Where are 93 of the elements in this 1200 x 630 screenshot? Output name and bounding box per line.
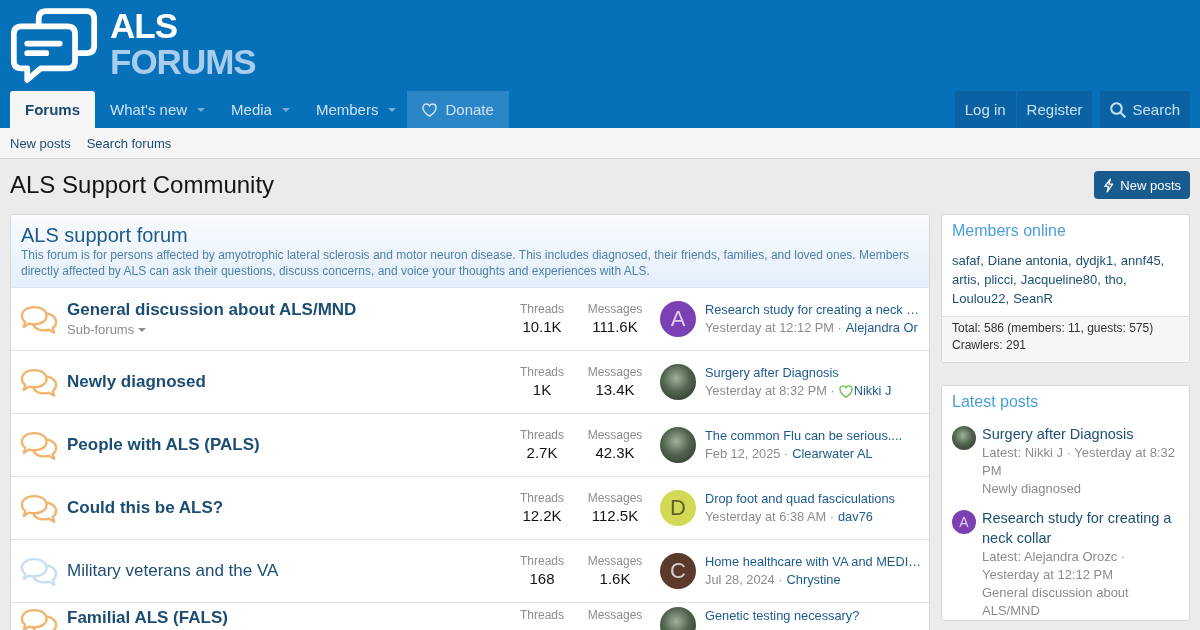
stat-label: Threads	[520, 427, 564, 443]
site-logo[interactable]: ALS FORUMS	[10, 0, 256, 84]
last-post-title[interactable]: Drop foot and quad fasciculations	[705, 490, 919, 508]
member-link[interactable]: safaf,	[952, 251, 984, 270]
latest-post-meta: Latest: Nikki J · Yesterday at 8:32 PM	[982, 444, 1176, 480]
heart-icon	[422, 102, 438, 117]
avatar-photo[interactable]	[660, 364, 696, 400]
caret-down-icon	[138, 328, 147, 332]
forum-title[interactable]: Newly diagnosed	[67, 371, 206, 393]
member-link[interactable]: Loulou22,	[952, 289, 1010, 308]
post-date: Jul 28, 2024 ·	[705, 571, 783, 589]
category-description: This forum is for persons affected by amyotrophic lateral sclerosis and motor neuron disease. This includes diagnosed, their friends, families, and loved ones. Members directly affected by ALS can ask their questions, discuss concerns, and voice your thoughts and experiences with ALS.	[21, 247, 910, 279]
forum-title[interactable]: People with ALS (PALS)	[67, 434, 260, 456]
last-post-title[interactable]: Home healthcare with VA and MEDI…	[705, 553, 919, 571]
stat-value: 168	[529, 569, 555, 589]
stat-label: Threads	[520, 490, 564, 506]
member-link[interactable]: annf45,	[1120, 251, 1165, 270]
member-link[interactable]: tho,	[1104, 270, 1127, 289]
heart-icon	[838, 384, 853, 398]
stat-label: Messages	[587, 364, 643, 380]
latest-post-title[interactable]: Research study for creating a neck collar	[982, 508, 1181, 548]
new-posts-button[interactable]: New posts	[1094, 171, 1190, 199]
member-link[interactable]: SeanR	[1013, 289, 1053, 308]
stat-label: Threads	[520, 364, 564, 380]
stat-value: 111.6K	[592, 317, 638, 337]
speech-bubbles-icon	[10, 7, 98, 84]
search-icon	[1110, 101, 1127, 118]
post-author[interactable]: Clearwater AL	[792, 445, 873, 463]
nav-tab[interactable]: What's new	[95, 91, 217, 128]
nav-tab[interactable]: Members	[300, 91, 408, 128]
avatar-photo[interactable]	[952, 426, 976, 450]
online-total: Total: 586 (members: 11, guests: 575)	[952, 320, 1155, 337]
member-link[interactable]: artis,	[952, 270, 981, 289]
post-date: Yesterday at 12:12 PM ·	[705, 319, 842, 337]
stat-value: 12.2K	[522, 506, 562, 526]
user-avatar[interactable]: C	[660, 553, 696, 589]
stat-label: Threads	[520, 301, 564, 317]
forum-link[interactable]: General discussion about ALS/MND	[982, 584, 1181, 620]
post-author[interactable]: Alejandra Or	[845, 319, 918, 337]
stat-value: 112.5K	[591, 506, 639, 526]
forum-link[interactable]: Newly diagnosed	[982, 480, 1081, 498]
caret-down-icon	[197, 107, 206, 112]
stat-value: 2.7K	[526, 443, 558, 463]
member-link[interactable]: Jacqueline80,	[1020, 270, 1101, 289]
post-author[interactable]: Nikki J	[838, 382, 892, 400]
caret-down-icon	[281, 107, 290, 112]
forum-title[interactable]: Could this be ALS?	[67, 497, 224, 519]
stat-value: 10.1K	[522, 317, 562, 337]
subforums-menu[interactable]: Sub-forums	[67, 321, 147, 339]
stat-label: Threads	[520, 553, 564, 569]
user-avatar[interactable]: A	[660, 301, 696, 337]
stat-value: 42.3K	[595, 443, 635, 463]
post-author[interactable]: Chrystine	[786, 571, 841, 589]
post-author[interactable]: dav76	[838, 508, 873, 526]
page-title: ALS Support Community	[10, 171, 275, 199]
member-link[interactable]: plicci,	[984, 270, 1017, 289]
forum-title[interactable]: General discussion about ALS/MND	[67, 299, 357, 321]
account-link[interactable]: Register	[1016, 91, 1093, 128]
stat-label: Messages	[587, 301, 643, 317]
forum-title[interactable]: Military veterans and the VA	[67, 560, 279, 582]
crawler-count: Crawlers: 291	[952, 337, 1028, 354]
user-avatar[interactable]: A	[952, 510, 976, 534]
stat-label: Threads	[520, 607, 564, 623]
stat-label: Messages	[587, 607, 643, 623]
stat-label: Messages	[587, 427, 643, 443]
stat-value: 13.4K	[595, 380, 635, 400]
stat-value: 1K	[532, 380, 552, 400]
member-link[interactable]: Diane antonia,	[987, 251, 1072, 270]
post-date: Feb 12, 2025 ·	[705, 445, 789, 463]
member-link[interactable]: dydjk1,	[1075, 251, 1117, 270]
stat-label: Messages	[587, 490, 643, 506]
avatar-photo[interactable]	[660, 427, 696, 463]
latest-post-title[interactable]: Surgery after Diagnosis	[982, 424, 1134, 444]
last-post-title[interactable]: Genetic testing necessary?	[705, 607, 919, 625]
nav-tab[interactable]: Forums	[10, 91, 95, 128]
forum-title[interactable]: Familial ALS (FALS)	[67, 607, 228, 629]
lightning-icon	[1103, 177, 1115, 193]
user-avatar[interactable]: D	[660, 490, 696, 526]
sub-nav-link[interactable]: New posts	[10, 135, 71, 151]
last-post-title[interactable]: Surgery after Diagnosis	[705, 364, 919, 382]
post-date: Yesterday at 8:32 PM ·	[705, 382, 835, 400]
stat-value: 1.6K	[599, 569, 631, 589]
category-title[interactable]: ALS support forum	[21, 223, 919, 247]
post-date: Yesterday at 6:38 AM ·	[705, 508, 834, 526]
nav-tab[interactable]: Media	[216, 91, 301, 128]
last-post-title[interactable]: The common Flu can be serious....	[705, 427, 919, 445]
latest-post-meta: Latest: Alejandra Orozc · Yesterday at 12:12 PM	[982, 548, 1127, 584]
account-link[interactable]: Log in	[954, 91, 1016, 128]
search-button[interactable]: Search	[1100, 91, 1190, 128]
caret-down-icon	[388, 107, 397, 112]
stat-label: Messages	[587, 553, 643, 569]
sub-nav-link[interactable]: Search forums	[86, 135, 172, 151]
last-post-title[interactable]: Research study for creating a neck …	[705, 301, 919, 319]
